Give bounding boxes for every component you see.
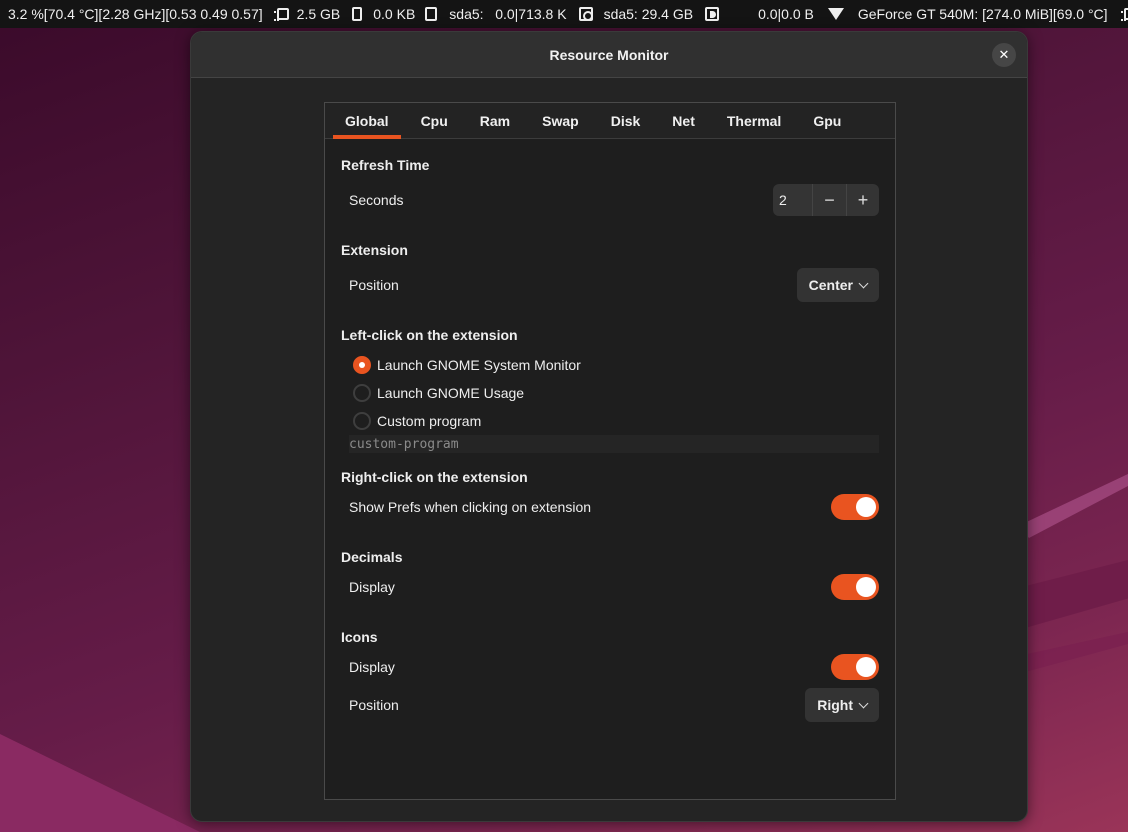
chevron-down-icon [858, 278, 869, 288]
tab-bar: Global Cpu Ram Swap Disk Net Thermal Gpu [325, 103, 895, 139]
decimals-display-toggle[interactable] [831, 574, 879, 600]
resource-monitor-window: Resource Monitor ✕ Global Cpu Ram Swap D… [190, 31, 1028, 822]
radio-label: Launch GNOME System Monitor [377, 357, 581, 373]
global-settings-page: Refresh Time Seconds 2 − + Extension Pos… [325, 155, 895, 722]
extension-position-dropdown[interactable]: Center [796, 268, 879, 302]
tab-global[interactable]: Global [333, 103, 401, 139]
seconds-spinbutton: 2 − + [773, 184, 879, 216]
close-button[interactable]: ✕ [992, 43, 1016, 67]
icons-display-label: Display [349, 659, 395, 675]
ram-icon [352, 7, 363, 21]
custom-program-input[interactable]: custom-program [349, 435, 879, 453]
ram-indicator[interactable]: 2.5 GB [295, 6, 366, 22]
cpu-indicator[interactable]: 3.2 %[70.4 °C][2.28 GHz][0.53 0.49 0.57] [6, 6, 291, 22]
left-click-radio-group: Launch GNOME System Monitor Launch GNOME… [341, 351, 879, 435]
disk-space-icon [705, 7, 720, 21]
gpu-text: GeForce GT 540M: [274.0 MiB][69.0 °C] [857, 6, 1108, 22]
show-prefs-row: Show Prefs when clicking on extension [341, 492, 879, 522]
show-prefs-label: Show Prefs when clicking on extension [349, 499, 592, 515]
tab-net[interactable]: Net [660, 103, 707, 138]
icons-position-dropdown[interactable]: Right [805, 688, 879, 722]
icons-display-row: Display [341, 652, 879, 682]
icons-position-value: Right [817, 697, 853, 713]
swap-indicator[interactable]: 0.0 KB [371, 6, 439, 22]
radio-label: Launch GNOME Usage [377, 385, 525, 401]
minus-icon: − [824, 189, 835, 210]
plus-icon: + [857, 189, 869, 210]
disk-io-icon [578, 7, 593, 21]
net-text: 0.0|0.0 B [758, 6, 814, 22]
icons-display-toggle[interactable] [831, 654, 879, 680]
icons-heading: Icons [341, 629, 378, 645]
right-click-heading: Right-click on the extension [341, 469, 528, 485]
wifi-icon [827, 8, 844, 20]
radio-checked-icon [353, 356, 371, 374]
tab-ram[interactable]: Ram [468, 103, 522, 138]
radio-label: Custom program [377, 413, 482, 429]
seconds-row: Seconds 2 − + [341, 183, 879, 217]
radio-unchecked-icon [353, 412, 371, 430]
radio-gnome-system-monitor[interactable]: Launch GNOME System Monitor [341, 351, 879, 379]
tab-swap[interactable]: Swap [530, 103, 591, 138]
cpu-chip-icon [273, 8, 289, 21]
radio-unchecked-icon [353, 384, 371, 402]
seconds-label: Seconds [349, 192, 404, 208]
top-panel: 3.2 %[70.4 °C][2.28 GHz][0.53 0.49 0.57]… [0, 0, 1128, 28]
swap-text: 0.0 KB [373, 6, 416, 22]
cpu-text: 3.2 %[70.4 °C][2.28 GHz][0.53 0.49 0.57] [8, 6, 263, 22]
header-bar[interactable]: Resource Monitor ✕ [191, 32, 1027, 78]
decimals-display-label: Display [349, 579, 395, 595]
seconds-input[interactable]: 2 [773, 184, 813, 216]
decimals-heading: Decimals [341, 549, 403, 565]
tab-gpu[interactable]: Gpu [801, 103, 853, 138]
icons-position-row: Position Right [341, 688, 879, 722]
extension-position-value: Center [808, 277, 853, 293]
extension-heading: Extension [341, 242, 408, 258]
tab-thermal[interactable]: Thermal [715, 103, 793, 138]
decimals-display-row: Display [341, 572, 879, 602]
extension-position-label: Position [349, 277, 399, 293]
window-title: Resource Monitor [549, 46, 669, 63]
icons-position-label: Position [349, 697, 399, 713]
close-icon: ✕ [998, 47, 1010, 63]
increment-button[interactable]: + [846, 184, 879, 216]
swap-icon [425, 7, 438, 21]
tab-disk[interactable]: Disk [599, 103, 653, 138]
preferences-notebook: Global Cpu Ram Swap Disk Net Thermal Gpu… [324, 102, 896, 800]
gpu-chip-icon [1120, 8, 1128, 21]
ram-text: 2.5 GB [296, 6, 341, 22]
refresh-time-heading: Refresh Time [341, 157, 430, 173]
left-click-heading: Left-click on the extension [341, 327, 518, 343]
disk-space-indicator[interactable]: sda5: 29.4 GB [602, 6, 721, 22]
disk-io-indicator[interactable]: sda5: 0.0|713.8 K [447, 6, 593, 22]
tab-cpu[interactable]: Cpu [409, 103, 460, 138]
wallpaper-shape [1018, 632, 1128, 674]
wallpaper-shape [0, 734, 200, 832]
net-indicator[interactable]: 0.0|0.0 B [756, 6, 844, 22]
wallpaper-shape [1018, 474, 1128, 538]
radio-gnome-usage[interactable]: Launch GNOME Usage [341, 379, 879, 407]
show-prefs-toggle[interactable] [831, 494, 879, 520]
wallpaper-shape [1018, 560, 1128, 630]
chevron-down-icon [858, 698, 869, 708]
decrement-button[interactable]: − [813, 184, 846, 216]
disk-io-text: sda5: 0.0|713.8 K [449, 6, 567, 22]
disk-space-text: sda5: 29.4 GB [603, 6, 694, 22]
extension-position-row: Position Center [341, 268, 879, 302]
gpu-indicator[interactable]: GeForce GT 540M: [274.0 MiB][69.0 °C] [856, 6, 1128, 22]
radio-custom-program[interactable]: Custom program [341, 407, 879, 435]
